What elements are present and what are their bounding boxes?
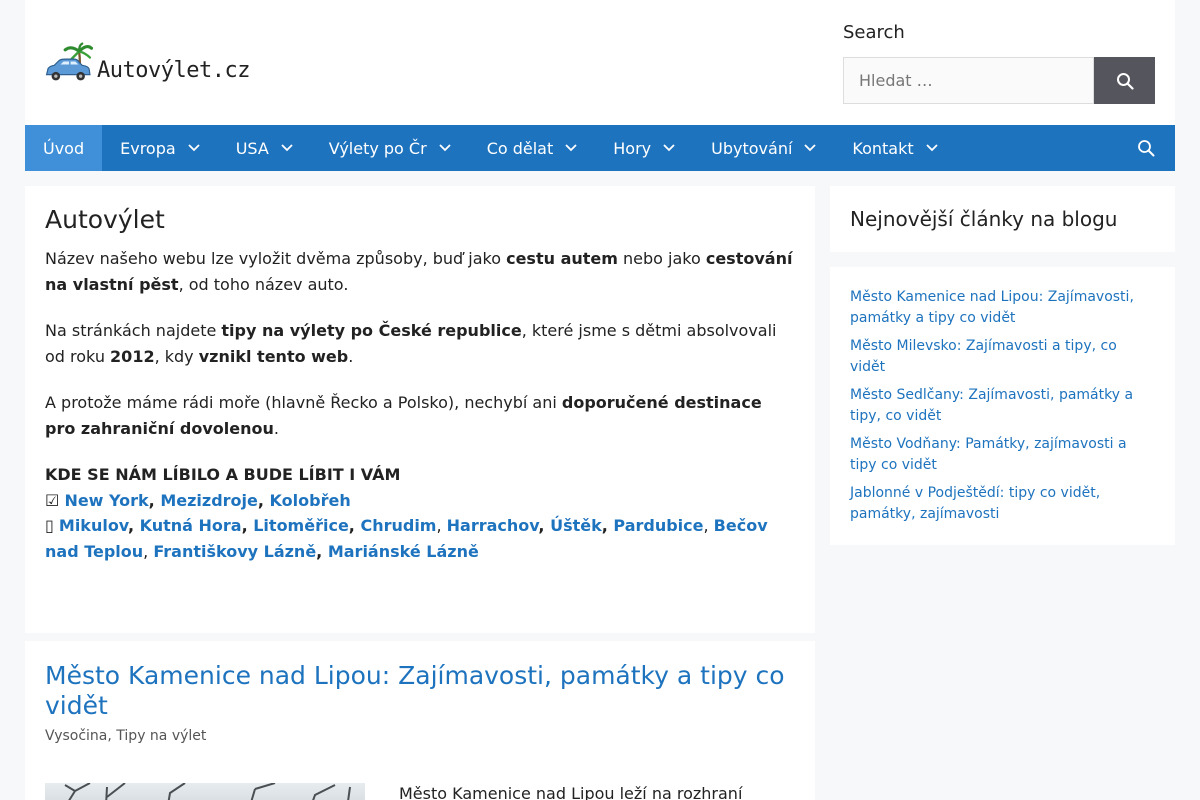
text-segment: Na stránkách najdete [45,321,222,340]
place-link-litomerice[interactable]: Litoměřice [253,516,349,535]
recent-post-link[interactable]: Jablonné v Podještědí: tipy co vidět, pa… [850,485,1100,522]
nav-item-label: Kontakt [852,138,914,158]
text-segment: , od toho název auto. [178,274,349,294]
text-segment: A protože máme rádi moře (hlavně Řecko a… [45,393,562,412]
nav-search-toggle[interactable] [1127,125,1165,171]
page-title: Autovýlet [45,205,165,234]
nav-item-label: Ubytování [711,138,793,158]
intro-article: Autovýlet Název našeho webu lze vyložit … [25,186,815,633]
place-link-chrudim[interactable]: Chrudim [360,516,436,535]
bold-text: tipy na výlety po České republice [221,321,522,340]
post-preview: Město Kamenice nad Lipou: Zajímavosti, p… [25,641,815,800]
post-excerpt: Město Kamenice nad Lipou leží na rozhran… [399,784,743,800]
chevron-down-icon [804,144,817,152]
list-item: Město Sedlčany: Zajímavosti, památky a t… [850,385,1155,427]
checkbox-glyph: ☑ [45,490,65,510]
place-link-pardubice[interactable]: Pardubice [613,516,703,535]
search-button[interactable] [1094,57,1155,104]
bold-text: vznikl tento web [198,346,349,366]
nav-item-vylety-po-cr[interactable]: Výlety po Čr [311,125,469,171]
place-link-marianske-lazne[interactable]: Mariánské Lázně [328,542,479,561]
post-categories: Vysočina, Tipy na výlet [45,728,207,744]
chevron-down-icon [281,144,293,152]
text-segment: . [273,418,279,438]
place-link-ustek[interactable]: Úštěk [550,516,602,535]
place-link-new-york[interactable]: New York [64,491,148,510]
places-section: KDE SE NÁM LÍBILO A BUDE LÍBIT I VÁM ☑ N… [45,465,768,561]
text-segment: Název našeho webu lze vyložit dvěma způs… [45,249,507,268]
nav-item-uvod[interactable]: Úvod [25,125,103,171]
place-link-mezizdroje[interactable]: Mezizdroje [160,491,258,510]
recent-post-link[interactable]: Město Vodňany: Památky, zajímavosti a ti… [850,436,1127,473]
flag-glyph: ▯ [45,516,59,535]
post-title: Město Kamenice nad Lipou: Zajímavosti, p… [45,661,795,721]
post-title-link[interactable]: Město Kamenice nad Lipou: Zajímavosti, p… [45,661,785,720]
nav-item-usa[interactable]: USA [218,125,311,171]
sidebar-widget-header: Nejnovější články na blogu [830,186,1175,252]
car-palm-logo-icon [45,42,94,81]
sidebar-title: Nejnovější články na blogu [850,207,1118,231]
chevron-down-icon [439,144,451,152]
list-item: Jablonné v Podještědí: tipy co vidět, pa… [850,483,1155,525]
text-segment: , kdy [154,346,199,366]
recent-posts-list: Město Kamenice nad Lipou: Zajímavosti, p… [830,267,1175,545]
chevron-down-icon [565,144,577,152]
place-link-kutna-hora[interactable]: Kutná Hora [140,516,242,535]
chevron-down-icon [926,144,938,152]
logo-text: Autovýlet.cz [97,58,250,83]
nav-item-label: Hory [613,138,652,158]
main-navigation: Úvod Evropa USA Výlety po Čr Co dělat Ho… [25,125,1175,171]
list-item: Město Milevsko: Zajímavosti a tipy, co v… [850,336,1155,378]
intro-paragraph-1: Název našeho webu lze vyložit dvěma způs… [45,246,795,297]
post-thumbnail-image[interactable] [45,783,365,800]
place-link-mikulov[interactable]: Mikulov [59,516,128,535]
category-link[interactable]: Vysočina [45,728,107,744]
tree-branches-image [64,783,351,800]
place-link-frantiskovy-lazne[interactable]: Františkovy Lázně [153,542,316,561]
search-icon [1116,72,1134,90]
nav-item-label: Výlety po Čr [328,138,427,158]
site-logo[interactable]: Autovýlet.cz [45,38,250,88]
nav-item-ubytovani[interactable]: Ubytování [693,125,834,171]
places-heading: KDE SE NÁM LÍBILO A BUDE LÍBIT I VÁM [45,465,401,484]
chevron-down-icon [663,144,675,152]
recent-post-link[interactable]: Město Kamenice nad Lipou: Zajímavosti, p… [850,289,1134,326]
nav-item-label: USA [235,138,269,158]
recent-post-link[interactable]: Město Milevsko: Zajímavosti a tipy, co v… [850,338,1117,375]
list-item: Město Kamenice nad Lipou: Zajímavosti, p… [850,287,1155,329]
bold-text: 2012 [110,346,155,366]
nav-item-label: Evropa [120,138,176,158]
place-link-kolobreh[interactable]: Kolobřeh [270,491,351,510]
category-link[interactable]: Tipy na výlet [116,728,206,744]
nav-item-evropa[interactable]: Evropa [102,125,218,171]
search-label: Search [843,22,905,43]
list-item: Město Vodňany: Památky, zajímavosti a ti… [850,434,1155,476]
chevron-down-icon [188,144,200,152]
place-link-harrachov[interactable]: Harrachov [447,516,539,535]
intro-paragraph-3: A protože máme rádi moře (hlavně Řecko a… [45,390,795,441]
bold-text: cestu autem [506,249,618,268]
nav-item-co-delat[interactable]: Co dělat [469,125,596,171]
recent-post-link[interactable]: Město Sedlčany: Zajímavosti, památky a t… [850,387,1133,424]
search-icon [1138,140,1155,157]
search-input[interactable] [843,57,1094,104]
nav-item-label: Úvod [43,138,85,158]
text-segment: nebo jako [617,249,706,268]
nav-item-hory[interactable]: Hory [595,125,693,171]
text-segment: . [348,346,354,366]
nav-item-kontakt[interactable]: Kontakt [834,125,955,171]
site-header: Autovýlet.cz Search [25,0,1175,125]
nav-item-label: Co dělat [486,138,554,158]
intro-paragraph-2: Na stránkách najdete tipy na výlety po Č… [45,318,795,369]
